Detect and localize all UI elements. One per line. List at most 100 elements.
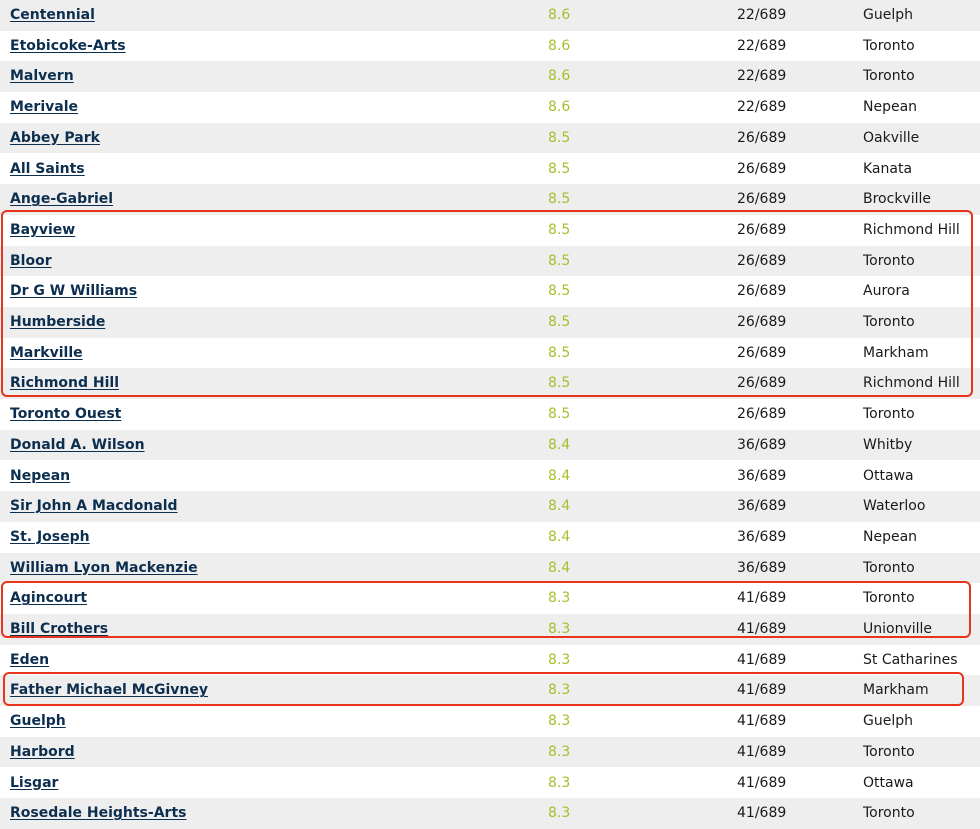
school-name-link[interactable]: Ange-Gabriel — [10, 184, 113, 215]
school-name-link[interactable]: Nepean — [10, 461, 70, 492]
school-name-link[interactable]: Malvern — [10, 61, 74, 92]
city-value: Toronto — [863, 590, 915, 607]
score-value: 8.4 — [548, 467, 571, 484]
city-value: Toronto — [863, 37, 915, 54]
score-value: 8.3 — [548, 743, 571, 760]
table-row: William Lyon Mackenzie 8.4 36/689 Toronto — [0, 552, 980, 584]
school-name-link[interactable]: William Lyon Mackenzie — [10, 553, 198, 584]
city-value: St Catharines — [863, 651, 958, 668]
table-row: Bayview 8.5 26/689 Richmond Hill — [0, 215, 980, 246]
score-value: 8.5 — [548, 406, 571, 423]
score-value: 8.6 — [548, 7, 571, 23]
city-value: Richmond Hill — [863, 221, 960, 238]
table-row: Guelph 8.3 41/689 Guelph — [0, 706, 980, 737]
city-value: Toronto — [863, 68, 915, 85]
table-row: Dr G W Williams 8.5 26/689 Aurora — [0, 276, 980, 307]
city-value: Toronto — [863, 805, 915, 822]
school-name-link[interactable]: Bill Crothers — [10, 614, 108, 645]
school-name-link[interactable]: Dr G W Williams — [10, 276, 137, 307]
table-row: Merivale 8.6 22/689 Nepean — [0, 92, 980, 123]
city-value: Whitby — [863, 436, 913, 453]
city-value: Aurora — [863, 283, 910, 300]
school-name-link[interactable]: All Saints — [10, 154, 85, 185]
school-name-link[interactable]: Father Michael McGivney — [10, 675, 208, 706]
school-name-link[interactable]: Eden — [10, 645, 49, 676]
table-row: Abbey Park 8.5 26/689 Oakville — [0, 122, 980, 154]
school-name-link[interactable]: Bayview — [10, 215, 75, 246]
rank-value: 41/689 — [737, 621, 787, 637]
table-row: Markville 8.5 26/689 Markham — [0, 338, 980, 369]
table-row: Eden 8.3 41/689 St Catharines — [0, 645, 980, 676]
table-row: Agincourt 8.3 41/689 Toronto — [0, 583, 980, 614]
city-value: Ottawa — [863, 774, 914, 791]
city-value: Richmond Hill — [863, 375, 960, 392]
rank-value: 22/689 — [737, 68, 787, 85]
score-value: 8.4 — [548, 436, 571, 453]
school-name-link[interactable]: St. Joseph — [10, 522, 90, 553]
score-value: 8.3 — [548, 805, 571, 822]
city-value: Nepean — [863, 99, 918, 116]
city-value: Unionville — [863, 621, 933, 637]
table-row: Rosedale Heights-Arts 8.3 41/689 Toronto — [0, 798, 980, 829]
school-name-link[interactable]: Abbey Park — [10, 123, 100, 154]
rank-value: 36/689 — [737, 528, 787, 545]
score-value: 8.3 — [548, 651, 571, 668]
school-name-link[interactable]: Agincourt — [10, 583, 87, 614]
table-row: Sir John A Macdonald 8.4 36/689 Waterloo — [0, 491, 980, 522]
city-value: Toronto — [863, 406, 915, 423]
table-row: Centennial 8.6 22/689 Guelph — [0, 0, 980, 31]
score-value: 8.5 — [548, 344, 571, 361]
rank-value: 26/689 — [737, 344, 787, 361]
school-name-link[interactable]: Markville — [10, 338, 83, 369]
city-value: Toronto — [863, 743, 915, 760]
table-row: Richmond Hill 8.5 26/689 Richmond Hill — [0, 368, 980, 400]
rank-value: 26/689 — [737, 191, 787, 208]
table-row: Harbord 8.3 41/689 Toronto — [0, 736, 980, 768]
table-row: Father Michael McGivney 8.3 41/689 Markham — [0, 675, 980, 707]
city-value: Toronto — [863, 559, 915, 576]
school-name-link[interactable]: Toronto Ouest — [10, 399, 121, 430]
table-row: Bill Crothers 8.3 41/689 Unionville — [0, 614, 980, 645]
school-name-link[interactable]: Humberside — [10, 307, 105, 338]
school-name-link[interactable]: Richmond Hill — [10, 368, 119, 399]
rank-value: 41/689 — [737, 805, 787, 822]
school-name-link[interactable]: Bloor — [10, 246, 52, 277]
city-value: Markham — [863, 682, 929, 699]
school-name-link[interactable]: Merivale — [10, 92, 78, 123]
city-value: Waterloo — [863, 498, 926, 515]
rank-value: 41/689 — [737, 682, 787, 699]
rank-value: 26/689 — [737, 221, 787, 238]
school-name-link[interactable]: Harbord — [10, 737, 75, 768]
school-name-link[interactable]: Etobicoke-Arts — [10, 31, 126, 62]
table-row: Malvern 8.6 22/689 Toronto — [0, 61, 980, 93]
school-name-link[interactable]: Centennial — [10, 0, 95, 31]
table-row: Toronto Ouest 8.5 26/689 Toronto — [0, 399, 980, 430]
rank-value: 41/689 — [737, 774, 787, 791]
score-value: 8.5 — [548, 160, 571, 177]
city-value: Toronto — [863, 314, 915, 330]
score-value: 8.3 — [548, 621, 571, 637]
score-value: 8.6 — [548, 99, 571, 116]
city-value: Markham — [863, 344, 929, 361]
table-row: Bloor 8.5 26/689 Toronto — [0, 245, 980, 277]
rank-value: 36/689 — [737, 559, 787, 576]
score-value: 8.3 — [548, 774, 571, 791]
city-value: Guelph — [863, 713, 913, 730]
rank-value: 26/689 — [737, 129, 787, 146]
city-value: Guelph — [863, 7, 913, 23]
rank-value: 26/689 — [737, 160, 787, 177]
rank-value: 41/689 — [737, 590, 787, 607]
score-value: 8.6 — [548, 68, 571, 85]
school-name-link[interactable]: Rosedale Heights-Arts — [10, 798, 186, 829]
school-name-link[interactable]: Sir John A Macdonald — [10, 491, 178, 522]
score-value: 8.5 — [548, 283, 571, 300]
rank-value: 36/689 — [737, 467, 787, 484]
rank-value: 41/689 — [737, 713, 787, 730]
school-name-link[interactable]: Guelph — [10, 706, 66, 737]
school-name-link[interactable]: Donald A. Wilson — [10, 430, 145, 461]
rank-value: 26/689 — [737, 283, 787, 300]
city-value: Brockville — [863, 191, 931, 208]
score-value: 8.4 — [548, 498, 571, 515]
table-row: Donald A. Wilson 8.4 36/689 Whitby — [0, 429, 980, 461]
school-name-link[interactable]: Lisgar — [10, 768, 58, 799]
